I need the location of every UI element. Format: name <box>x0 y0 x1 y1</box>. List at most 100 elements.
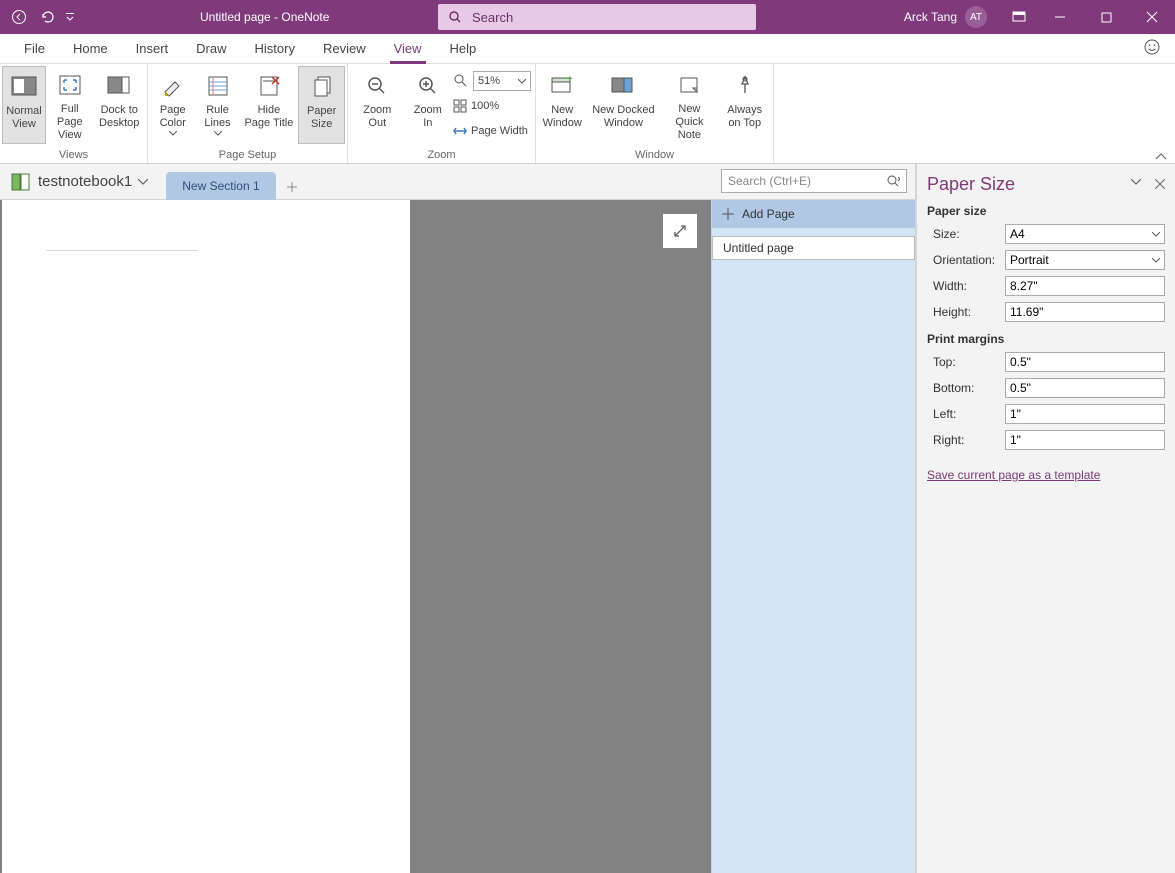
zoom-out-label: Zoom Out <box>354 104 401 130</box>
zoom-group-label: Zoom <box>427 147 455 163</box>
dock-to-desktop-label: Dock to Desktop <box>97 104 141 130</box>
zoom-value-input[interactable]: 51% <box>473 71 531 91</box>
add-page-button[interactable]: Add Page <box>712 200 915 228</box>
print-margins-section-label: Print margins <box>927 332 1165 346</box>
menu-history[interactable]: History <box>241 34 309 64</box>
width-label: Width: <box>927 279 1005 293</box>
new-window-button[interactable]: + New Window <box>538 66 586 144</box>
menu-file[interactable]: File <box>10 34 59 64</box>
width-input[interactable]: 8.27" <box>1005 276 1165 296</box>
menu-view[interactable]: View <box>380 34 436 64</box>
new-docked-window-label: New Docked Window <box>590 104 656 130</box>
section-tab[interactable]: New Section 1 <box>166 172 275 200</box>
zoom-in-label: Zoom In <box>409 104 447 130</box>
notebook-dropdown[interactable] <box>138 179 148 185</box>
chevron-down-icon <box>1152 232 1160 237</box>
views-group-label: Views <box>59 147 88 163</box>
page-search-placeholder: Search (Ctrl+E) <box>728 174 811 188</box>
hide-page-title-button[interactable]: Hide Page Title <box>240 66 299 144</box>
svg-text:+: + <box>567 74 573 85</box>
menu-insert[interactable]: Insert <box>122 34 183 64</box>
new-quick-note-label: New Quick Note <box>664 103 714 142</box>
menu-home[interactable]: Home <box>59 34 122 64</box>
search-placeholder: Search <box>472 10 513 25</box>
pane-close-button[interactable] <box>1155 179 1165 189</box>
ribbon: Normal View Full Page View Dock to Deskt… <box>0 64 1175 164</box>
user-name[interactable]: Arck Tang <box>904 10 957 24</box>
ribbon-display-options[interactable] <box>1001 0 1037 34</box>
chevron-down-icon <box>518 79 526 84</box>
full-page-toggle[interactable] <box>663 214 697 248</box>
dock-to-desktop-button[interactable]: Dock to Desktop <box>93 66 145 144</box>
maximize-button[interactable] <box>1083 0 1129 34</box>
size-value: A4 <box>1010 227 1025 241</box>
chevron-down-icon <box>214 131 222 136</box>
plus-icon <box>722 208 734 220</box>
search-box[interactable]: Search <box>438 4 756 30</box>
new-quick-note-button[interactable]: New Quick Note <box>660 66 718 144</box>
margin-top-label: Top: <box>927 355 1005 369</box>
page-width-icon <box>453 125 467 137</box>
minimize-button[interactable] <box>1037 0 1083 34</box>
zoom-out-button[interactable]: Zoom Out <box>350 66 405 144</box>
user-avatar[interactable]: AT <box>965 6 987 28</box>
search-icon <box>886 174 900 188</box>
close-button[interactable] <box>1129 0 1175 34</box>
margin-bottom-input[interactable]: 0.5" <box>1005 378 1165 398</box>
zoom-in-button[interactable]: Zoom In <box>405 66 451 144</box>
window-title: Untitled page - OneNote <box>200 10 329 24</box>
orientation-select[interactable]: Portrait <box>1005 250 1165 270</box>
save-as-template-link[interactable]: Save current page as a template <box>927 468 1165 482</box>
qat-customize[interactable] <box>62 3 78 31</box>
zoom-100-label: 100% <box>471 100 499 112</box>
paper-size-section-label: Paper size <box>927 204 1165 218</box>
width-value: 8.27" <box>1010 279 1038 293</box>
margin-bottom-label: Bottom: <box>927 381 1005 395</box>
feedback-icon[interactable] <box>1143 38 1161 56</box>
rule-lines-label: Rule Lines <box>200 104 236 130</box>
size-select[interactable]: A4 <box>1005 224 1165 244</box>
menu-help[interactable]: Help <box>436 34 491 64</box>
paper-size-button[interactable]: Paper Size <box>298 66 345 144</box>
zoom-100-button[interactable]: 100% <box>453 95 531 117</box>
menu-draw[interactable]: Draw <box>182 34 240 64</box>
menu-bar: File Home Insert Draw History Review Vie… <box>0 34 1175 64</box>
notebook-name[interactable]: testnotebook1 <box>38 173 132 190</box>
undo-button[interactable] <box>34 3 60 31</box>
add-section-button[interactable] <box>278 174 306 200</box>
new-window-label: New Window <box>542 104 582 130</box>
full-page-view-button[interactable]: Full Page View <box>46 66 93 144</box>
orientation-label: Orientation: <box>927 253 1005 267</box>
always-on-top-label: Always on Top <box>722 104 767 130</box>
collapse-ribbon-button[interactable] <box>1155 153 1167 161</box>
pane-title: Paper Size <box>927 174 1015 195</box>
normal-view-button[interactable]: Normal View <box>2 66 46 144</box>
page-setup-group-label: Page Setup <box>219 147 277 163</box>
margin-left-input[interactable]: 1" <box>1005 404 1165 424</box>
page-width-button[interactable]: Page Width <box>453 120 531 142</box>
margin-top-value: 0.5" <box>1010 355 1031 369</box>
grid-icon <box>453 99 467 113</box>
pane-options-button[interactable] <box>1131 179 1141 189</box>
add-page-label: Add Page <box>742 207 795 221</box>
margin-right-input[interactable]: 1" <box>1005 430 1165 450</box>
margin-left-label: Left: <box>927 407 1005 421</box>
page-list-item[interactable]: Untitled page <box>712 236 915 260</box>
back-button[interactable] <box>6 3 32 31</box>
rule-lines-button[interactable]: Rule Lines <box>196 66 240 144</box>
notebook-icon[interactable] <box>10 172 32 192</box>
menu-review[interactable]: Review <box>309 34 380 64</box>
hide-page-title-label: Hide Page Title <box>244 104 295 130</box>
height-input[interactable]: 11.69" <box>1005 302 1165 322</box>
window-group-label: Window <box>635 147 674 163</box>
height-value: 11.69" <box>1010 305 1043 319</box>
height-label: Height: <box>927 305 1005 319</box>
page-title-underline <box>46 250 198 251</box>
page-color-button[interactable]: Page Color <box>150 66 196 144</box>
new-docked-window-button[interactable]: New Docked Window <box>586 66 660 144</box>
always-on-top-button[interactable]: Always on Top <box>718 66 771 144</box>
page-search-box[interactable]: Search (Ctrl+E) <box>721 169 907 193</box>
margin-top-input[interactable]: 0.5" <box>1005 352 1165 372</box>
paper-size-pane: Paper Size Paper size Size: A4 Orientati… <box>916 164 1175 873</box>
page-canvas[interactable] <box>2 200 410 873</box>
